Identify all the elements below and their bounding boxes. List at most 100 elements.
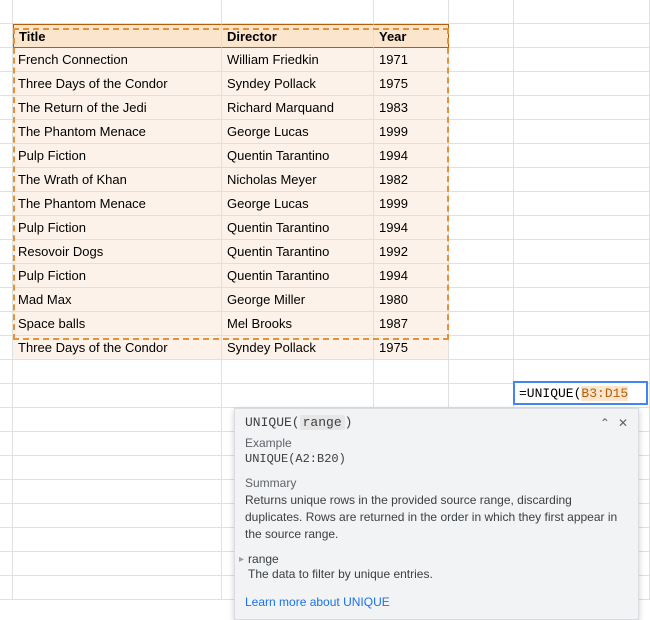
table-cell[interactable]: George Lucas — [222, 192, 374, 216]
blank-cell[interactable] — [449, 0, 514, 24]
blank-cell[interactable] — [0, 408, 13, 432]
blank-cell[interactable] — [449, 312, 514, 336]
table-cell[interactable]: French Connection — [13, 48, 222, 72]
table-cell[interactable]: Space balls — [13, 312, 222, 336]
blank-cell[interactable] — [13, 384, 222, 408]
blank-cell[interactable] — [514, 48, 650, 72]
blank-cell[interactable] — [0, 456, 13, 480]
blank-cell[interactable] — [449, 72, 514, 96]
blank-cell[interactable] — [449, 336, 514, 360]
table-cell[interactable]: Syndey Pollack — [222, 336, 374, 360]
blank-cell[interactable] — [0, 48, 13, 72]
blank-cell[interactable] — [514, 168, 650, 192]
blank-cell[interactable] — [0, 96, 13, 120]
blank-cell[interactable] — [13, 552, 222, 576]
table-cell[interactable]: George Miller — [222, 288, 374, 312]
blank-cell[interactable] — [514, 240, 650, 264]
table-cell[interactable]: 1975 — [374, 336, 449, 360]
table-cell[interactable]: Pulp Fiction — [13, 216, 222, 240]
blank-cell[interactable] — [13, 576, 222, 600]
blank-cell[interactable] — [0, 336, 13, 360]
blank-cell[interactable] — [514, 192, 650, 216]
header-title[interactable]: Title — [13, 24, 222, 48]
blank-cell[interactable] — [449, 192, 514, 216]
table-cell[interactable]: 1999 — [374, 192, 449, 216]
blank-cell[interactable] — [0, 240, 13, 264]
table-cell[interactable]: 1994 — [374, 264, 449, 288]
table-cell[interactable]: 1992 — [374, 240, 449, 264]
table-cell[interactable]: 1980 — [374, 288, 449, 312]
blank-cell[interactable] — [514, 288, 650, 312]
table-cell[interactable]: Resovoir Dogs — [13, 240, 222, 264]
header-year[interactable]: Year — [374, 24, 449, 48]
blank-cell[interactable] — [449, 288, 514, 312]
blank-cell[interactable] — [514, 144, 650, 168]
blank-cell[interactable] — [449, 144, 514, 168]
blank-cell[interactable] — [449, 168, 514, 192]
blank-cell[interactable] — [0, 528, 13, 552]
table-cell[interactable]: 1994 — [374, 144, 449, 168]
blank-cell[interactable] — [449, 216, 514, 240]
blank-cell[interactable] — [0, 168, 13, 192]
blank-cell[interactable] — [449, 264, 514, 288]
table-cell[interactable]: Quentin Tarantino — [222, 144, 374, 168]
blank-cell[interactable] — [0, 216, 13, 240]
blank-cell[interactable] — [449, 96, 514, 120]
table-cell[interactable]: 1987 — [374, 312, 449, 336]
blank-cell[interactable] — [0, 576, 13, 600]
table-cell[interactable]: The Wrath of Khan — [13, 168, 222, 192]
blank-cell[interactable] — [13, 0, 222, 24]
blank-cell[interactable] — [0, 72, 13, 96]
blank-cell[interactable] — [449, 120, 514, 144]
table-cell[interactable]: Mel Brooks — [222, 312, 374, 336]
blank-cell[interactable] — [449, 384, 514, 408]
formula-input-cell[interactable]: =UNIQUE(B3:D15 — [513, 381, 648, 405]
blank-cell[interactable] — [13, 480, 222, 504]
blank-cell[interactable] — [0, 480, 13, 504]
blank-cell[interactable] — [0, 312, 13, 336]
table-cell[interactable]: Pulp Fiction — [13, 144, 222, 168]
table-cell[interactable]: Quentin Tarantino — [222, 240, 374, 264]
blank-cell[interactable] — [13, 408, 222, 432]
header-director[interactable]: Director — [222, 24, 374, 48]
blank-cell[interactable] — [374, 384, 449, 408]
table-cell[interactable]: 1999 — [374, 120, 449, 144]
blank-cell[interactable] — [514, 72, 650, 96]
table-cell[interactable]: Quentin Tarantino — [222, 264, 374, 288]
table-cell[interactable]: Syndey Pollack — [222, 72, 374, 96]
blank-cell[interactable] — [0, 384, 13, 408]
blank-cell[interactable] — [222, 384, 374, 408]
blank-cell[interactable] — [13, 528, 222, 552]
table-cell[interactable]: The Return of the Jedi — [13, 96, 222, 120]
blank-cell[interactable] — [514, 216, 650, 240]
blank-cell[interactable] — [0, 120, 13, 144]
table-cell[interactable]: Mad Max — [13, 288, 222, 312]
table-cell[interactable]: 1994 — [374, 216, 449, 240]
table-cell[interactable]: Nicholas Meyer — [222, 168, 374, 192]
blank-cell[interactable] — [514, 312, 650, 336]
blank-cell[interactable] — [0, 360, 13, 384]
table-cell[interactable]: 1975 — [374, 72, 449, 96]
table-cell[interactable]: Pulp Fiction — [13, 264, 222, 288]
blank-cell[interactable] — [13, 456, 222, 480]
blank-cell[interactable] — [514, 120, 650, 144]
blank-cell[interactable] — [13, 432, 222, 456]
blank-cell[interactable] — [0, 504, 13, 528]
blank-cell[interactable] — [222, 360, 374, 384]
blank-cell[interactable] — [374, 0, 449, 24]
table-cell[interactable]: The Phantom Menace — [13, 120, 222, 144]
table-cell[interactable]: The Phantom Menace — [13, 192, 222, 216]
table-cell[interactable]: Quentin Tarantino — [222, 216, 374, 240]
blank-cell[interactable] — [0, 552, 13, 576]
blank-cell[interactable] — [514, 264, 650, 288]
close-icon[interactable]: ✕ — [618, 416, 628, 430]
blank-cell[interactable] — [374, 360, 449, 384]
blank-cell[interactable] — [514, 24, 650, 48]
tooltip-learn-more-link[interactable]: Learn more about UNIQUE — [235, 589, 638, 619]
table-cell[interactable]: Three Days of the Condor — [13, 72, 222, 96]
blank-cell[interactable] — [0, 192, 13, 216]
table-cell[interactable]: Richard Marquand — [222, 96, 374, 120]
blank-cell[interactable] — [449, 48, 514, 72]
blank-cell[interactable] — [0, 144, 13, 168]
collapse-icon[interactable]: ⌃ — [600, 416, 610, 430]
